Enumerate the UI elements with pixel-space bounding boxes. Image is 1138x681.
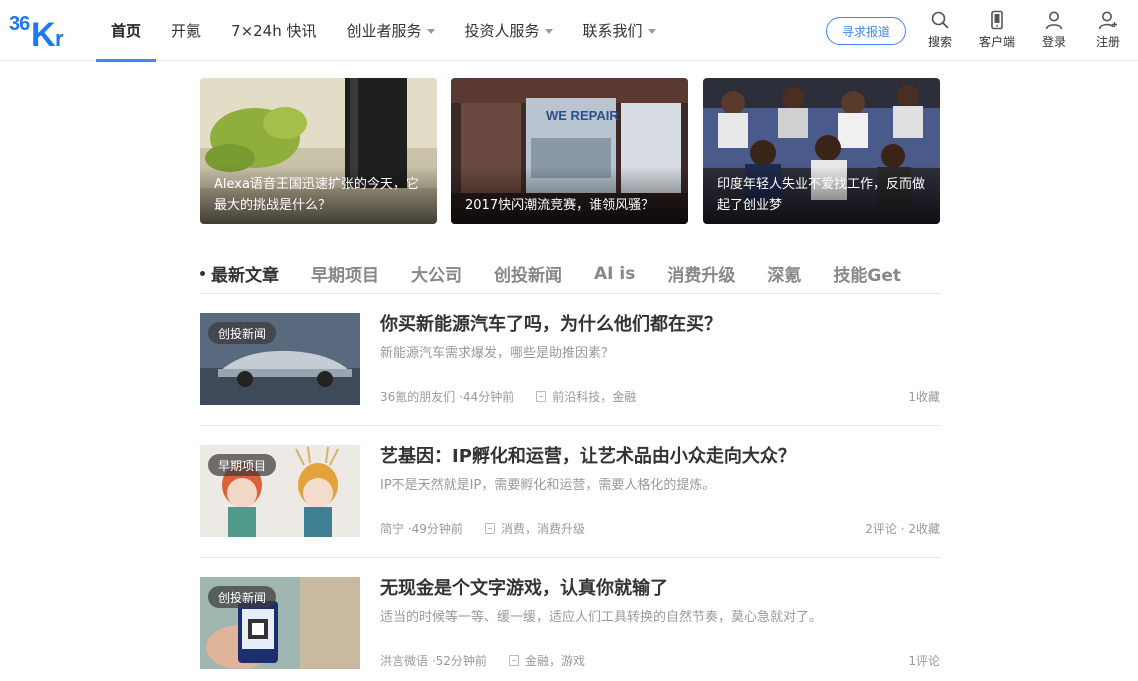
nav-newsflash-label: 7×24h 快讯	[231, 22, 317, 40]
nav-founder-services[interactable]: 创业者服务	[332, 0, 450, 61]
svg-text:r: r	[55, 26, 64, 47]
header-client-label: 客户端	[979, 35, 1016, 49]
tab-big-companies[interactable]: 大公司	[411, 261, 462, 286]
article-meta: 36氪的朋友们 · 44分钟前 前沿科技，金融	[380, 388, 636, 405]
featured-caption: 印度年轻人失业不爱找工作，反而做起了创业梦	[717, 177, 926, 213]
tag-icon	[508, 655, 519, 666]
tab-consumer-upgrade[interactable]: 消费升级	[667, 261, 735, 286]
featured-card[interactable]: 印度年轻人失业不爱找工作，反而做起了创业梦	[703, 78, 940, 224]
seek-report-button[interactable]: 寻求报道	[826, 17, 906, 45]
nav-contact[interactable]: 联系我们	[568, 0, 671, 61]
chevron-down-icon	[426, 29, 435, 34]
article-time: 52分钟前	[435, 654, 487, 668]
featured-caption: 2017快闪潮流竞赛，谁领风骚？	[465, 198, 655, 213]
search-icon	[931, 11, 949, 29]
nav-home-label: 首页	[111, 22, 142, 40]
featured-card[interactable]: Alexa语音王国迅速扩张的今天，它最大的挑战是什么？	[200, 78, 437, 224]
article-category-badge[interactable]: 创投新闻	[208, 322, 277, 344]
article-thumbnail[interactable]: 创投新闻	[200, 313, 360, 405]
header-search[interactable]: 搜索	[928, 10, 952, 50]
article-author[interactable]: 36氪的朋友们	[380, 388, 455, 405]
article-title[interactable]: 艺基因：IP孵化和运营，让艺术品由小众走向大众？	[380, 442, 796, 468]
logo-36kr[interactable]: 36 K r	[9, 11, 71, 47]
article-meta: 洪言微语 · 52分钟前 金融，游戏	[380, 652, 585, 669]
tab-skills[interactable]: 技能Get	[833, 261, 901, 286]
article-author[interactable]: 洪言微语	[380, 652, 428, 669]
nav-kaike[interactable]: 开氪	[156, 0, 216, 61]
tab-latest[interactable]: 最新文章	[200, 261, 279, 286]
article-stats: 1收藏	[908, 390, 940, 404]
meta-dot: ·	[455, 389, 463, 404]
nav-kaike-label: 开氪	[171, 22, 202, 40]
tab-deep-kr[interactable]: 深氪	[767, 261, 801, 286]
article-thumbnail[interactable]: 创投新闻	[200, 577, 360, 669]
svg-text:WE REPAIR: WE REPAIR	[546, 108, 619, 123]
chevron-down-icon	[647, 29, 656, 34]
article-stats: 2评论 · 2收藏	[865, 522, 940, 536]
site-header: 36 K r 首页 开氪 7×24h 快讯 创业者服务 投资人服务 联系我们 寻…	[0, 0, 1138, 62]
article-thumbnail[interactable]: 早期项目	[200, 445, 360, 537]
header-search-label: 搜索	[928, 35, 953, 49]
article-item: 创投新闻 你买新能源汽车了吗，为什么他们都在买？ 新能源汽车需求爆发，哪些是助推…	[200, 294, 940, 426]
featured-caption: Alexa语音王国迅速扩张的今天，它最大的挑战是什么？	[214, 177, 419, 213]
article-category-badge[interactable]: 早期项目	[208, 454, 277, 476]
meta-dot: ·	[428, 653, 436, 668]
article-summary: 适当的时候等一等、缓一缓，适应人们工具转换的自然节奏，莫心急就对了。	[380, 610, 823, 625]
tab-early-projects[interactable]: 早期项目	[311, 261, 379, 286]
article-tags[interactable]: 消费，消费升级	[501, 520, 585, 537]
nav-home[interactable]: 首页	[96, 0, 157, 62]
article-item: 创投新闻 无现金是个文字游戏，认真你就输了 适当的时候等一等、缓一缓，适应人们工…	[200, 558, 940, 681]
tab-vc-news[interactable]: 创投新闻	[494, 261, 562, 286]
article-meta: 简宁 · 49分钟前 消费，消费升级	[380, 520, 585, 537]
tag-icon	[484, 523, 495, 534]
header-register-label: 注册	[1096, 35, 1121, 49]
svg-text:36: 36	[9, 13, 30, 35]
article-summary: 新能源汽车需求爆发，哪些是助推因素？	[380, 346, 615, 361]
tab-ai-is[interactable]: AI is	[594, 264, 635, 284]
featured-card[interactable]: WE REPAIR 2017快闪潮流竞赛，谁领风骚？	[451, 78, 688, 224]
tag-icon	[536, 391, 547, 402]
nav-newsflash[interactable]: 7×24h 快讯	[216, 0, 331, 61]
chevron-down-icon	[544, 29, 553, 34]
nav-investor-services[interactable]: 投资人服务	[450, 0, 568, 61]
article-tags[interactable]: 前沿科技，金融	[552, 388, 636, 405]
meta-dot: ·	[404, 521, 412, 536]
article-tags[interactable]: 金融，游戏	[525, 652, 585, 669]
mobile-icon	[991, 10, 1003, 30]
article-title[interactable]: 无现金是个文字游戏，认真你就输了	[380, 574, 668, 600]
header-register[interactable]: 注册	[1096, 10, 1120, 50]
nav-founder-services-label: 创业者服务	[346, 22, 422, 40]
user-icon	[1045, 11, 1063, 30]
svg-text:K: K	[31, 16, 56, 47]
header-client[interactable]: 客户端	[979, 10, 1015, 50]
article-summary: IP不是天然就是IP，需要孵化和运营，需要人格化的提炼。	[380, 478, 716, 493]
main-nav: 首页 开氪 7×24h 快讯 创业者服务 投资人服务 联系我们	[96, 0, 671, 62]
article-title[interactable]: 你买新能源汽车了吗，为什么他们都在买？	[380, 310, 722, 336]
nav-investor-services-label: 投资人服务	[464, 22, 540, 40]
article-author[interactable]: 简宁	[380, 520, 404, 537]
active-dot	[200, 271, 205, 276]
header-login[interactable]: 登录	[1042, 10, 1066, 50]
article-time: 44分钟前	[462, 390, 515, 404]
header-login-label: 登录	[1042, 35, 1067, 49]
category-tabs: 最新文章 早期项目 大公司 创投新闻 AI is 消费升级 深氪 技能Get	[200, 254, 940, 294]
featured-carousel: Alexa语音王国迅速扩张的今天，它最大的挑战是什么？ WE REPAIR 20…	[200, 78, 940, 224]
article-category-badge[interactable]: 创投新闻	[208, 586, 277, 608]
tab-latest-label: 最新文章	[211, 266, 279, 286]
article-item: 早期项目 艺基因：IP孵化和运营，让艺术品由小众走向大众？ IP不是天然就是IP…	[200, 426, 940, 558]
nav-contact-label: 联系我们	[582, 22, 643, 40]
article-stats: 1评论	[908, 654, 940, 668]
add-user-icon	[1098, 11, 1117, 30]
article-time: 49分钟前	[411, 522, 463, 536]
